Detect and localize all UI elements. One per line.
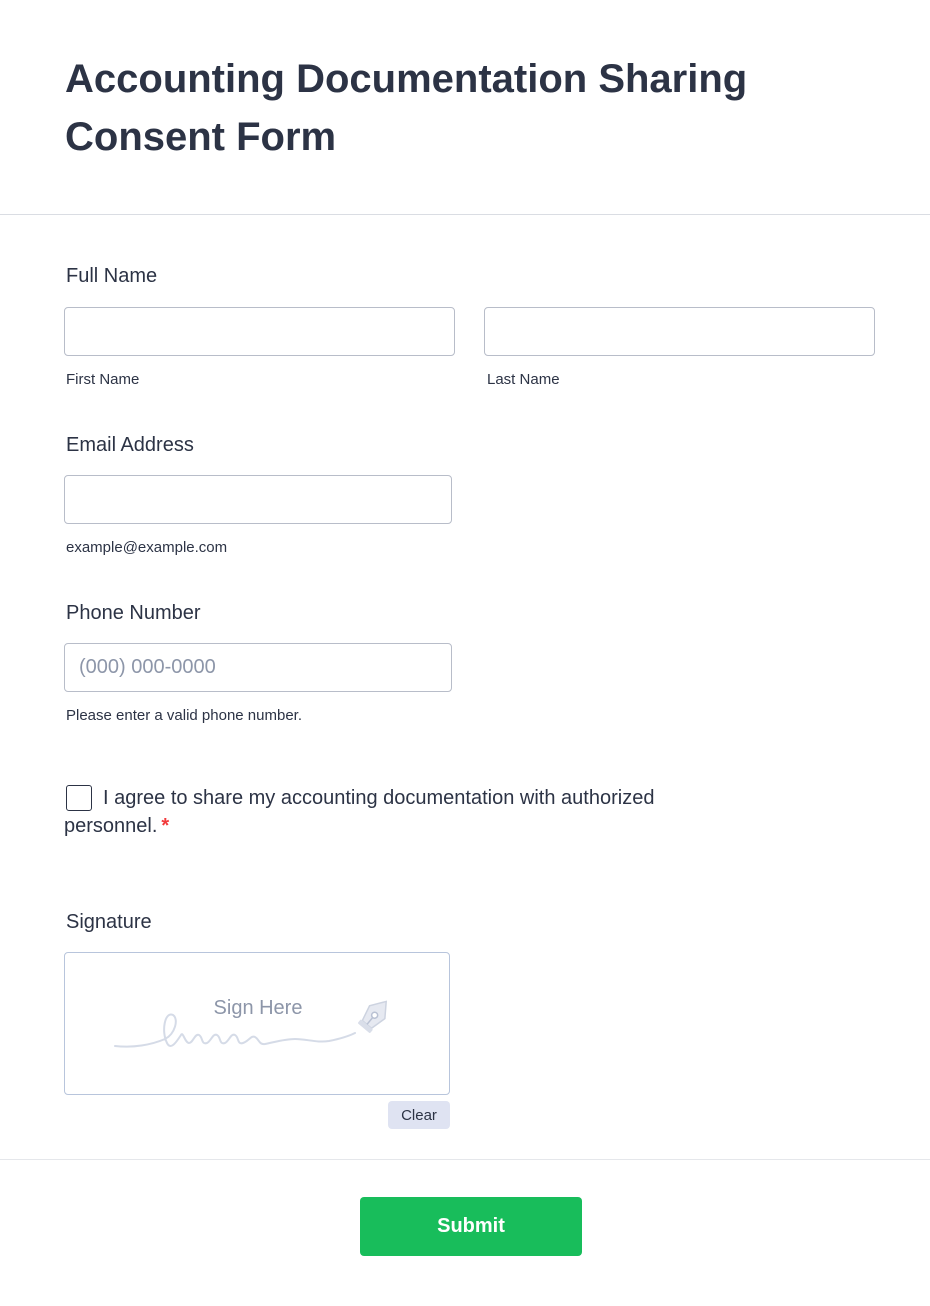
email-sublabel: example@example.com <box>66 539 228 556</box>
form-header: Accounting Documentation Sharing Consent… <box>0 0 930 215</box>
phone-sublabel: Please enter a valid phone number. <box>66 707 302 724</box>
consent-label: I agree to share my accounting documenta… <box>64 784 724 840</box>
submit-button[interactable]: Submit <box>360 1197 582 1256</box>
signature-label: Signature <box>66 911 152 933</box>
consent-checkbox[interactable] <box>66 785 92 811</box>
form-title: Accounting Documentation Sharing Consent… <box>65 57 748 159</box>
email-label: Email Address <box>66 434 194 456</box>
last-name-sublabel: Last Name <box>487 371 560 388</box>
phone-input[interactable] <box>64 643 452 692</box>
footer-divider <box>0 1159 930 1160</box>
email-input[interactable] <box>64 475 452 524</box>
clear-signature-button[interactable]: Clear <box>388 1101 450 1129</box>
full-name-label: Full Name <box>66 265 158 287</box>
consent-text: I agree to share my accounting documenta… <box>64 787 655 837</box>
last-name-input[interactable] <box>484 307 875 356</box>
first-name-sublabel: First Name <box>66 371 140 388</box>
phone-label: Phone Number <box>66 602 201 624</box>
first-name-input[interactable] <box>64 307 455 356</box>
pen-nib-icon <box>357 1000 388 1033</box>
signature-pad[interactable]: Sign Here <box>64 952 450 1095</box>
required-asterisk: * <box>161 815 170 837</box>
